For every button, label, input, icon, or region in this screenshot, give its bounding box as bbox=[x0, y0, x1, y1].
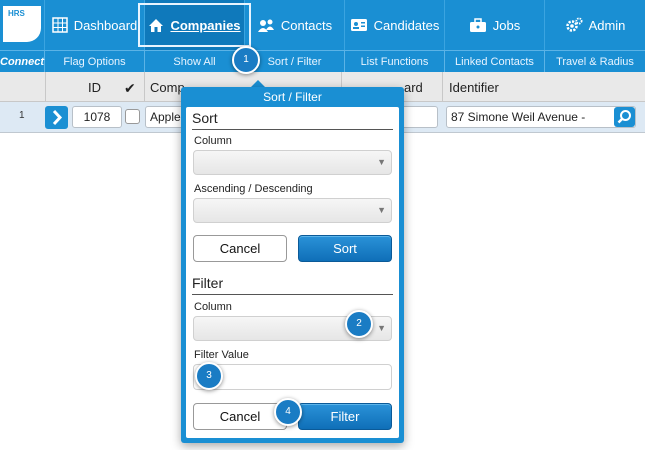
filter-button[interactable]: Filter bbox=[298, 403, 392, 430]
active-tab-frame: Companies bbox=[138, 3, 251, 47]
column-divider bbox=[442, 72, 443, 102]
column-divider bbox=[45, 72, 46, 102]
sort-cancel-button[interactable]: Cancel bbox=[193, 235, 287, 262]
tab-label: Companies bbox=[170, 17, 241, 33]
subnav-flag-options[interactable]: Flag Options bbox=[45, 51, 145, 73]
subnav-travel-radius[interactable]: Travel & Radius bbox=[545, 51, 645, 73]
row-identifier-field[interactable]: 87 Simone Weil Avenue - bbox=[446, 106, 636, 128]
tab-label: Admin bbox=[588, 17, 626, 33]
briefcase-icon bbox=[469, 17, 486, 32]
tab-companies[interactable]: Companies bbox=[138, 0, 251, 50]
popover-body: Sort Column ▼ Ascending / Descending ▼ C… bbox=[186, 107, 399, 438]
subnav-list-functions[interactable]: List Functions bbox=[345, 51, 445, 73]
divider bbox=[192, 294, 393, 295]
subnav-show-all[interactable]: Show All bbox=[145, 51, 245, 73]
subnav-sort-filter[interactable]: Sort / Filter bbox=[245, 51, 345, 73]
divider bbox=[192, 129, 393, 130]
sort-filter-popover: Sort / Filter Sort Column ▼ Ascending / … bbox=[181, 87, 404, 443]
tab-dashboard[interactable]: Dashboard bbox=[45, 0, 145, 50]
grid-icon bbox=[51, 17, 68, 33]
filter-heading: Filter bbox=[192, 275, 224, 291]
search-icon bbox=[617, 110, 631, 124]
chevron-down-icon: ▼ bbox=[377, 323, 386, 333]
column-divider bbox=[144, 72, 145, 102]
row-id-field[interactable]: 1078 bbox=[72, 106, 122, 128]
id-card-icon bbox=[350, 19, 367, 31]
popover-title: Sort / Filter bbox=[263, 90, 322, 104]
row-open-button[interactable] bbox=[45, 106, 68, 129]
home-icon bbox=[149, 18, 164, 32]
people-icon bbox=[257, 19, 274, 32]
sort-order-select[interactable]: ▼ bbox=[193, 198, 392, 223]
column-header-identifier[interactable]: Identifier bbox=[449, 72, 499, 102]
sort-heading: Sort bbox=[192, 110, 218, 126]
filter-cancel-button[interactable]: Cancel bbox=[193, 403, 287, 430]
step-marker-3: 3 bbox=[195, 362, 223, 390]
top-nav: HRS Dashboard Companies Contacts Candida… bbox=[0, 0, 645, 50]
step-marker-1: 1 bbox=[232, 46, 260, 74]
tab-jobs[interactable]: Jobs bbox=[445, 0, 545, 50]
sort-order-label: Ascending / Descending bbox=[194, 183, 313, 195]
chevron-down-icon: ▼ bbox=[377, 157, 386, 167]
tab-admin[interactable]: Admin bbox=[545, 0, 645, 50]
row-board-field[interactable] bbox=[400, 106, 438, 128]
chevron-right-icon bbox=[52, 109, 63, 126]
logo: HRS bbox=[3, 6, 41, 42]
column-header-board[interactable]: ard bbox=[404, 72, 423, 102]
step-marker-2: 2 bbox=[345, 310, 373, 338]
row-number: 1 bbox=[19, 110, 25, 121]
tab-label: Contacts bbox=[280, 17, 333, 33]
column-header-company[interactable]: Comp bbox=[150, 72, 185, 102]
tab-contacts[interactable]: Contacts bbox=[245, 0, 345, 50]
filter-column-label: Column bbox=[194, 301, 232, 313]
step-marker-4: 4 bbox=[274, 398, 302, 426]
chevron-down-icon: ▼ bbox=[377, 205, 386, 215]
row-lookup-button[interactable] bbox=[614, 107, 635, 127]
subnav-brand: Connect bbox=[0, 51, 45, 73]
sort-column-select[interactable]: ▼ bbox=[193, 150, 392, 175]
tab-label: Dashboard bbox=[73, 17, 138, 33]
tab-label: Candidates bbox=[373, 17, 440, 33]
row-select-checkbox[interactable] bbox=[125, 109, 140, 124]
sort-button[interactable]: Sort bbox=[298, 235, 392, 262]
sub-nav: Connect Flag Options Show All Sort / Fil… bbox=[0, 50, 645, 73]
logo-area: HRS bbox=[0, 0, 45, 50]
sort-column-label: Column bbox=[194, 135, 232, 147]
row-company-field[interactable]: Apple bbox=[145, 106, 185, 128]
logo-text: HRS bbox=[8, 9, 25, 18]
subnav-linked-contacts[interactable]: Linked Contacts bbox=[445, 51, 545, 73]
checkmark-icon: ✔ bbox=[124, 80, 136, 96]
filter-value-label: Filter Value bbox=[194, 349, 249, 361]
tab-label: Jobs bbox=[492, 17, 521, 33]
gear-icon bbox=[565, 17, 583, 32]
column-header-id[interactable]: ID bbox=[88, 72, 101, 102]
tab-candidates[interactable]: Candidates bbox=[345, 0, 445, 50]
